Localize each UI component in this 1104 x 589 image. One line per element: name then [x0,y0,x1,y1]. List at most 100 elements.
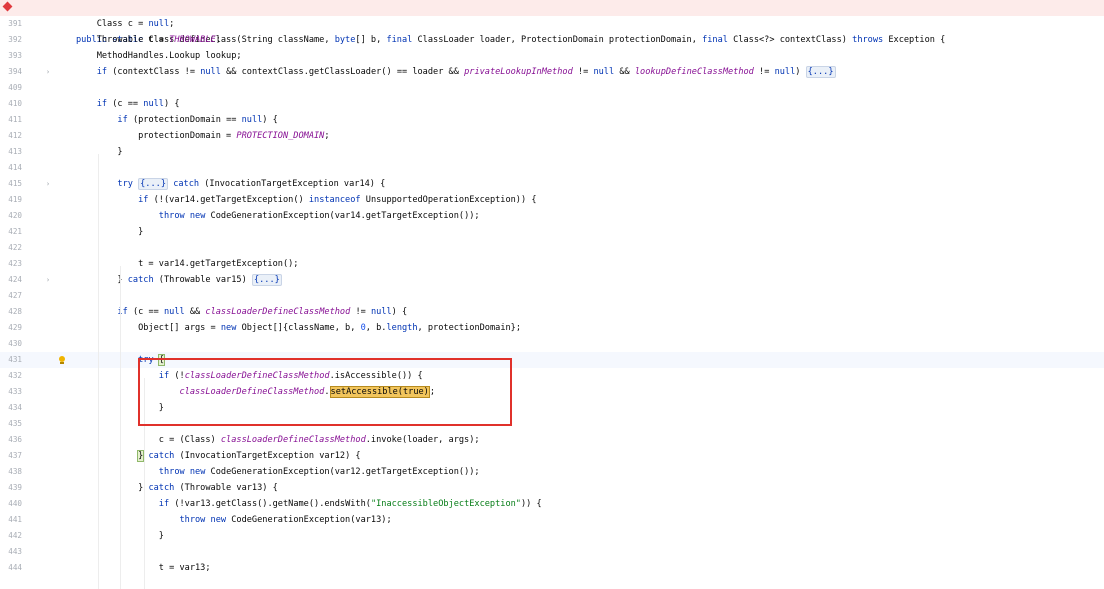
code-line[interactable]: 437 } catch (InvocationTargetException v… [0,448,1104,464]
code-token: length [386,323,418,333]
code-line[interactable]: 394 › if (contextClass != null && context… [0,64,1104,80]
code-line[interactable]: 427 [0,288,1104,304]
line-number[interactable]: 427 [0,288,22,304]
code-token: catch [148,451,175,461]
line-number[interactable]: 409 [0,80,22,96]
code-token: CodeGenerationException(var12.getTargetE… [205,467,480,477]
line-number[interactable]: 438 [0,464,22,480]
code-token: ) [795,67,806,77]
code-line[interactable]: 412 protectionDomain = PROTECTION_DOMAIN… [0,128,1104,144]
code-token: } [76,147,123,157]
code-line[interactable]: 441 throw new CodeGenerationException(va… [0,512,1104,528]
line-number[interactable]: 431 [0,352,22,368]
code-line[interactable]: 422 [0,240,1104,256]
line-number[interactable]: 413 [0,144,22,160]
code-line[interactable]: 421 } [0,224,1104,240]
fold-chevron-icon[interactable]: › [44,64,52,80]
code-line[interactable]: 424 › } catch (Throwable var15) {...} [0,272,1104,288]
folded-block-chip[interactable]: {...} [251,274,282,286]
line-number[interactable]: 415 [0,176,22,192]
fold-chevron-icon[interactable]: › [44,176,52,192]
line-number[interactable]: 420 [0,208,22,224]
code-line[interactable]: 430 [0,336,1104,352]
line-number[interactable]: 442 [0,528,22,544]
line-number[interactable]: 419 [0,192,22,208]
code-token: ; [324,131,330,141]
line-number[interactable]: 435 [0,416,22,432]
line-number[interactable]: 444 [0,560,22,576]
code-text: Object[] args = new Object[]{className, … [76,320,521,336]
line-number[interactable]: 421 [0,224,22,240]
code-editor[interactable]: public static Class defineClass(String c… [0,0,1104,589]
code-token: if [158,499,170,509]
code-line[interactable]: 436 c = (Class) classLoaderDefineClassMe… [0,432,1104,448]
code-line[interactable]: 443 [0,544,1104,560]
code-token: instanceof [308,195,361,205]
line-number[interactable]: 441 [0,512,22,528]
line-number[interactable]: 414 [0,160,22,176]
code-line[interactable]: 423 t = var14.getTargetException(); [0,256,1104,272]
line-number[interactable]: 423 [0,256,22,272]
line-number[interactable]: 410 [0,96,22,112]
code-line[interactable]: 442 } [0,528,1104,544]
line-number[interactable]: 440 [0,496,22,512]
code-token: if [96,67,108,77]
code-token: "InaccessibleObjectException" [370,499,521,509]
code-text: throw new CodeGenerationException(var12.… [76,464,480,480]
code-line[interactable]: 419 if (!(var14.getTargetException() ins… [0,192,1104,208]
line-number[interactable]: 411 [0,112,22,128]
code-token: null [143,99,164,109]
line-number[interactable]: 433 [0,384,22,400]
code-line[interactable]: 415 › try {...} catch (InvocationTargetEx… [0,176,1104,192]
code-line[interactable]: 429 Object[] args = new Object[]{classNa… [0,320,1104,336]
fold-chevron-icon[interactable]: › [44,272,52,288]
line-number[interactable]: 412 [0,128,22,144]
code-line[interactable]: 428 if (c == null && classLoaderDefineCl… [0,304,1104,320]
code-line[interactable]: public static Class defineClass(String c… [0,0,1104,45]
line-number[interactable]: 430 [0,336,22,352]
line-number[interactable]: 436 [0,432,22,448]
code-line[interactable]: 393 MethodHandles.Lookup lookup; [0,48,1104,64]
line-number[interactable]: 394 [0,64,22,80]
code-line[interactable]: 414 [0,160,1104,176]
line-number[interactable]: 422 [0,240,22,256]
line-number[interactable]: 392 [0,32,22,48]
breakpoint-marker-icon[interactable] [2,1,13,12]
code-text: if (protectionDomain == null) { [76,112,277,128]
line-number[interactable]: 432 [0,368,22,384]
code-line[interactable]: 391 Class c = null; [0,16,1104,32]
code-text: } [76,144,123,160]
code-line[interactable]: 410 if (c == null) { [0,96,1104,112]
annotation-highlight-box [138,358,512,426]
code-token: null [163,307,185,317]
code-text: } catch (Throwable var15) {...} [76,272,282,288]
code-line[interactable]: 409 [0,80,1104,96]
line-number[interactable]: 391 [0,16,22,32]
line-number[interactable]: 428 [0,304,22,320]
line-number[interactable]: 443 [0,544,22,560]
line-number[interactable]: 437 [0,448,22,464]
code-token: null [241,115,263,125]
code-text: } catch (InvocationTargetException var12… [76,448,361,464]
line-number[interactable]: 393 [0,48,22,64]
code-token: null [370,307,392,317]
folded-block-chip[interactable]: {...} [138,178,168,190]
code-line[interactable]: 440 if (!var13.getClass().getName().ends… [0,496,1104,512]
line-number[interactable]: 439 [0,480,22,496]
code-line[interactable]: 444 t = var13; [0,560,1104,576]
code-token: null [148,19,170,29]
code-line[interactable]: 411 if (protectionDomain == null) { [0,112,1104,128]
code-line[interactable]: 438 throw new CodeGenerationException(va… [0,464,1104,480]
folded-block-chip[interactable]: {...} [805,66,836,78]
code-token: lookupDefineClassMethod [634,67,754,77]
line-number[interactable]: 424 [0,272,22,288]
intention-bulb-icon[interactable] [59,356,65,364]
code-line[interactable]: 413 } [0,144,1104,160]
code-line[interactable]: 439 } catch (Throwable var13) { [0,480,1104,496]
line-number[interactable]: 429 [0,320,22,336]
line-number[interactable]: 434 [0,400,22,416]
code-line[interactable]: 420 throw new CodeGenerationException(va… [0,208,1104,224]
code-line[interactable]: 392 Throwable t = THROWABLE; [0,32,1104,48]
